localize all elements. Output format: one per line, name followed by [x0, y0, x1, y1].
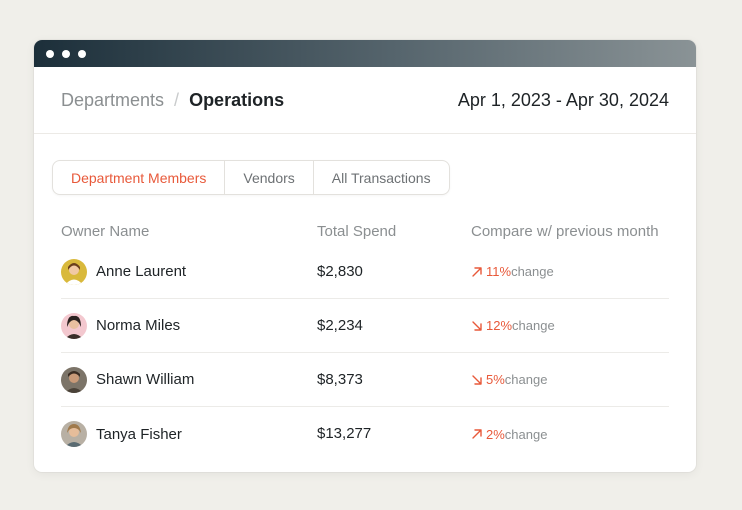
change-label: change — [504, 372, 548, 387]
window-dot-icon[interactable] — [78, 49, 86, 58]
change-label: change — [504, 426, 548, 442]
page-title: Operations — [189, 89, 285, 110]
owner-name: Tanya Fisher — [96, 425, 182, 443]
tab-vendors[interactable]: Vendors — [224, 161, 312, 194]
tab-department-members[interactable]: Department Members — [53, 161, 224, 194]
owner-name: Shawn William — [96, 371, 195, 388]
avatar-icon — [61, 366, 87, 393]
table-row[interactable]: Tanya Fisher $13,277 2% change — [61, 407, 669, 461]
app-window: Departments / Operations Apr 1, 2023 - A… — [34, 40, 696, 472]
tab-bar: Department Members Vendors All Transacti… — [52, 160, 450, 195]
date-range-picker[interactable]: Apr 1, 2023 - Apr 30, 2024 — [458, 90, 669, 111]
trend-up-icon — [472, 429, 482, 439]
change-label: change — [512, 318, 555, 333]
window-dot-icon[interactable] — [62, 49, 70, 58]
members-table: Owner Name Total Spend Compare w/ previo… — [61, 218, 669, 461]
change-label: change — [511, 264, 554, 279]
avatar-icon — [61, 312, 87, 339]
breadcrumb: Departments / Operations — [61, 90, 284, 111]
breadcrumb-parent-link[interactable]: Departments — [61, 90, 164, 111]
change-percent: 12% — [486, 318, 513, 333]
owner-name: Anne Laurent — [96, 263, 187, 280]
total-spend: $2,234 — [317, 316, 363, 334]
table-header: Owner Name Total Spend Compare w/ previo… — [61, 218, 669, 244]
breadcrumb-separator: / — [174, 89, 180, 110]
column-header-compare[interactable]: Compare w/ previous month — [471, 223, 669, 240]
column-header-owner[interactable]: Owner Name — [61, 223, 317, 240]
total-spend: $13,277 — [317, 425, 372, 442]
avatar-icon — [61, 421, 87, 447]
table-row[interactable]: Shawn William $8,373 5% change — [61, 353, 669, 407]
column-header-spend[interactable]: Total Spend — [317, 223, 471, 240]
trend-down-icon — [472, 374, 482, 385]
table-row[interactable]: Norma Miles $2,234 12% change — [61, 299, 669, 353]
total-spend: $8,373 — [317, 370, 363, 388]
table-row[interactable]: Anne Laurent $2,830 11% change — [61, 245, 669, 299]
change-percent: 2% — [486, 426, 505, 442]
change-percent: 5% — [486, 372, 505, 387]
avatar-icon — [61, 258, 87, 285]
window-titlebar — [34, 40, 696, 67]
change-percent: 11% — [486, 264, 512, 279]
tab-all-transactions[interactable]: All Transactions — [312, 161, 449, 194]
trend-up-icon — [472, 266, 482, 277]
total-spend: $2,830 — [317, 262, 363, 280]
owner-name: Norma Miles — [96, 317, 181, 334]
page-header: Departments / Operations Apr 1, 2023 - A… — [34, 67, 696, 134]
trend-down-icon — [472, 320, 482, 331]
window-dot-icon[interactable] — [46, 49, 54, 58]
